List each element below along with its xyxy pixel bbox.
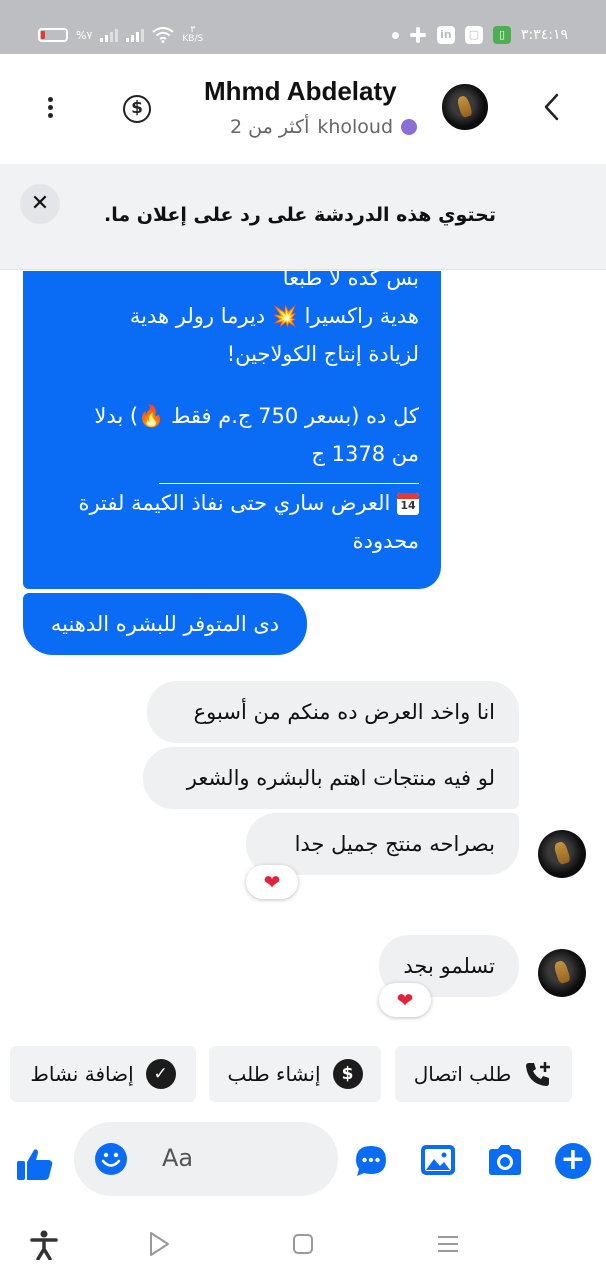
clock: ٣:٣٤:١٩ bbox=[520, 27, 568, 43]
message-line: العرض ساري حتى نفاذ الكيمة لفترة bbox=[78, 491, 391, 515]
quick-actions: طلب اتصال $ إنشاء طلب ✓ إضافة نشاط bbox=[0, 1046, 606, 1102]
battery-icon bbox=[38, 28, 68, 42]
chat-header: $ Mhmd Abdelaty أكثر من 2 kholoud bbox=[0, 54, 606, 164]
camera-icon[interactable] bbox=[486, 1144, 524, 1176]
wifi-icon bbox=[152, 27, 174, 43]
system-nav-bar bbox=[0, 1210, 606, 1280]
messenger-screen: %٧ ٣ KB/S in ▢ ▯ ٣:٣٤:١٩ $ Mhmd Abdelaty… bbox=[0, 0, 606, 1280]
dollar-icon[interactable]: $ bbox=[123, 95, 151, 123]
calendar-day: 14 bbox=[400, 499, 416, 512]
speed-unit: KB/S bbox=[182, 34, 204, 44]
status-bar: %٧ ٣ KB/S in ▢ ▯ ٣:٣٤:١٩ bbox=[0, 0, 606, 54]
more-options-icon[interactable] bbox=[40, 94, 60, 124]
outgoing-message[interactable]: بس كده لا طبعا هدية راكسيرا 💥 ديرما رولر… bbox=[23, 271, 441, 589]
check-icon: ✓ bbox=[145, 1059, 176, 1089]
emoji-icon[interactable] bbox=[94, 1142, 128, 1176]
plus-icon[interactable]: + bbox=[555, 1143, 591, 1179]
app-icon: ▢ bbox=[464, 26, 483, 44]
avatar[interactable] bbox=[440, 82, 490, 132]
more-count: أكثر من 2 bbox=[230, 116, 310, 138]
accessibility-icon[interactable] bbox=[30, 1230, 58, 1260]
recents-menu-icon[interactable] bbox=[436, 1232, 460, 1256]
message-line: هدية راكسيرا 💥 ديرما رولر هدية bbox=[129, 304, 419, 328]
thumbs-up-icon[interactable] bbox=[16, 1146, 54, 1182]
call-request-label: طلب اتصال bbox=[413, 1062, 512, 1086]
call-request-button[interactable]: طلب اتصال bbox=[395, 1046, 572, 1102]
battery-app-icon: ▯ bbox=[492, 26, 511, 44]
sender-avatar[interactable] bbox=[538, 949, 586, 997]
image-icon[interactable] bbox=[420, 1144, 456, 1176]
heart-reaction-icon[interactable]: ❤ bbox=[246, 865, 298, 899]
dot-icon bbox=[391, 31, 399, 39]
battery-percent: %٧ bbox=[76, 28, 93, 42]
incoming-message[interactable]: انا واخد العرض ده منكم من أسبوع bbox=[147, 681, 519, 743]
contact-subline: أكثر من 2 kholoud bbox=[230, 116, 418, 138]
phone-plus-icon bbox=[526, 1062, 551, 1086]
dollar-icon: $ bbox=[332, 1059, 363, 1089]
message-line: كل ده (بسعر 750 ج.م فقط 🔥) بدلا bbox=[94, 404, 419, 428]
status-left: %٧ ٣ KB/S bbox=[38, 26, 203, 44]
message-input[interactable]: Aa bbox=[74, 1122, 338, 1196]
message-line: بس كده لا طبعا bbox=[282, 271, 419, 290]
message-line: لزيادة إنتاج الكولاجين! bbox=[226, 342, 419, 366]
signal-2-icon bbox=[126, 28, 145, 42]
assignee-name: kholoud bbox=[317, 116, 394, 138]
chevron-right-icon[interactable] bbox=[542, 92, 560, 122]
create-order-button[interactable]: $ إنشاء طلب bbox=[209, 1046, 381, 1102]
message-line: من 1378 ج bbox=[311, 442, 419, 466]
signal-icon bbox=[100, 28, 119, 42]
home-square-icon[interactable] bbox=[291, 1232, 315, 1256]
add-activity-label: إضافة نشاط bbox=[30, 1062, 134, 1086]
message-list[interactable]: بس كده لا طبعا هدية راكسيرا 💥 ديرما رولر… bbox=[0, 271, 606, 1041]
assignee-dot bbox=[401, 119, 418, 135]
sender-avatar[interactable] bbox=[538, 830, 586, 878]
input-placeholder: Aa bbox=[162, 1144, 194, 1172]
notice-text: تحتوي هذه الدردشة على رد على إعلان ما. bbox=[104, 204, 496, 226]
calendar-icon: 14 bbox=[397, 493, 419, 515]
create-order-label: إنشاء طلب bbox=[227, 1062, 321, 1086]
add-activity-button[interactable]: ✓ إضافة نشاط bbox=[10, 1046, 196, 1102]
linkedin-icon: in bbox=[436, 26, 455, 44]
message-line-with-calendar: 14 العرض ساري حتى نفاذ الكيمة لفترة bbox=[45, 484, 419, 522]
incoming-message[interactable]: لو فيه منتجات اهتم بالبشره والشعر bbox=[143, 747, 519, 809]
outgoing-message[interactable]: دى المتوفر للبشره الدهنيه bbox=[23, 593, 307, 655]
message-line: محدودة bbox=[352, 529, 419, 553]
status-right: in ▢ ▯ ٣:٣٤:١٩ bbox=[391, 26, 568, 44]
chat-bubble-icon[interactable] bbox=[354, 1144, 388, 1178]
slack-icon bbox=[409, 27, 426, 43]
play-icon[interactable] bbox=[146, 1230, 172, 1258]
contact-name[interactable]: Mhmd Abdelaty bbox=[204, 76, 397, 107]
close-icon[interactable]: ✕ bbox=[20, 184, 60, 224]
heart-reaction-icon[interactable]: ❤ bbox=[379, 983, 431, 1017]
ad-reply-notice: ✕ تحتوي هذه الدردشة على رد على إعلان ما. bbox=[0, 164, 606, 270]
composer: Aa + bbox=[0, 1110, 606, 1210]
network-speed: ٣ KB/S bbox=[182, 26, 203, 44]
